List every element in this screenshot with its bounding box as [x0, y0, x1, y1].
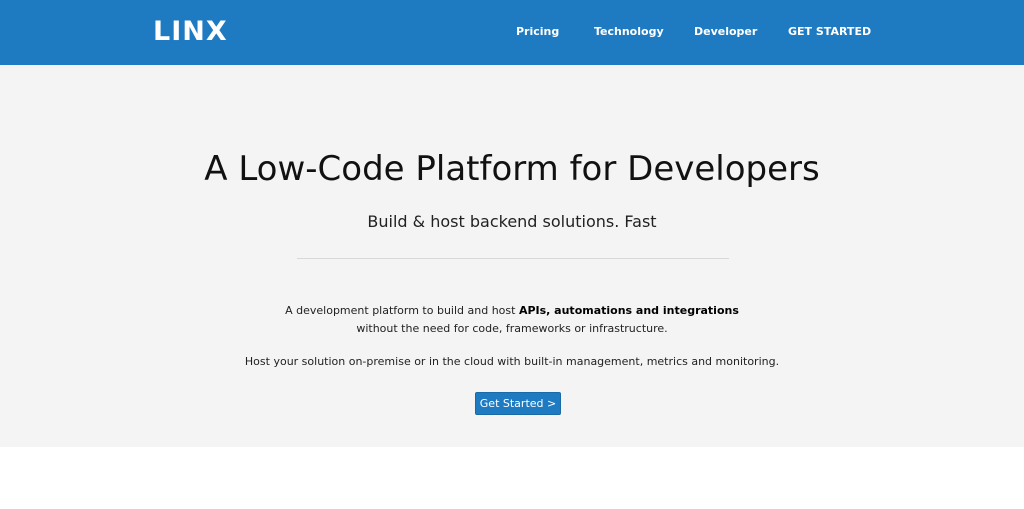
hero-subtitle: Build & host backend solutions. Fast	[367, 212, 657, 231]
hero-description-line-3: Host your solution on-premise or in the …	[244, 355, 780, 368]
hero-description-line-2: without the need for code, frameworks or…	[356, 322, 668, 335]
linx-logo[interactable]: LINX	[153, 16, 228, 48]
nav-link-developer[interactable]: Developer	[694, 24, 757, 40]
nav-link-technology[interactable]: Technology	[594, 24, 664, 40]
hero-title: A Low-Code Platform for Developers	[204, 149, 820, 189]
description-highlight: APIs, automations and integrations	[518, 304, 739, 317]
hero-divider	[297, 258, 729, 259]
hero-description-line-1: A development platform to build and host…	[0, 302, 1024, 320]
nav-link-pricing[interactable]: Pricing	[516, 24, 559, 40]
description-text: A development platform to build and host	[285, 304, 519, 317]
top-navbar: LINX Pricing Technology Developer GET ST…	[0, 0, 1024, 65]
hero-section: A Low-Code Platform for Developers Build…	[0, 65, 1024, 447]
get-started-button[interactable]: Get Started >	[475, 392, 561, 415]
nav-link-get-started[interactable]: GET STARTED	[788, 24, 871, 40]
